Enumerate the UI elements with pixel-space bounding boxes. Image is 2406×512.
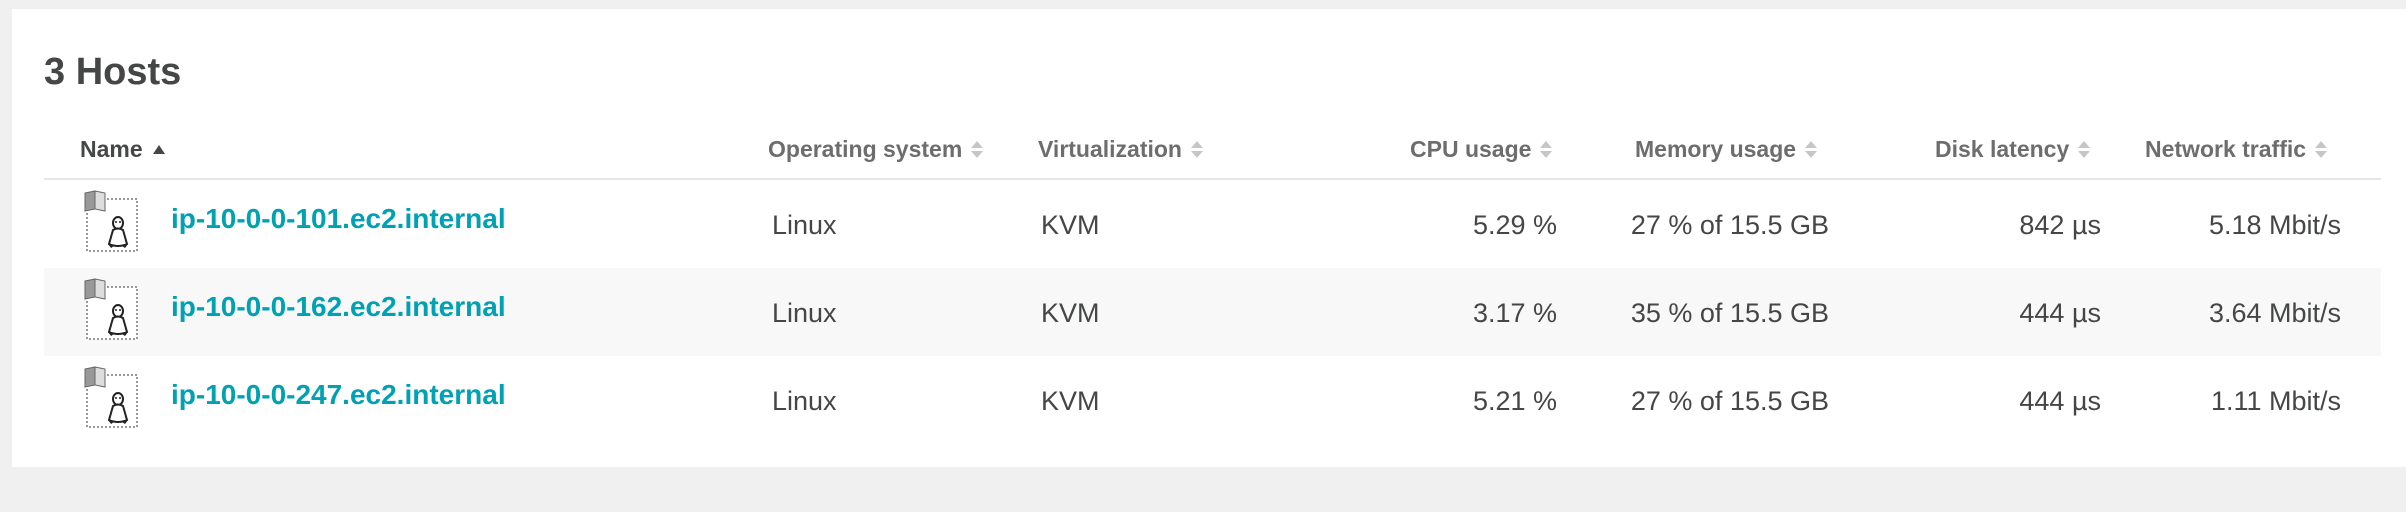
disk-latency-cell: 444 µs <box>2019 298 2101 328</box>
sort-icon <box>1191 140 1203 158</box>
memory-usage-cell: 35 % of 15.5 GB <box>1630 298 1829 328</box>
column-header-name-label: Name <box>80 136 143 162</box>
host-name-link[interactable]: ip-10-0-0-162.ec2.internal <box>171 290 506 324</box>
network-traffic-cell: 5.18 Mbit/s <box>2208 210 2341 240</box>
column-header-cpu-label: CPU usage <box>1410 136 1532 162</box>
sort-icon <box>1805 140 1818 158</box>
virtualization-cell: KVM <box>1041 386 1100 416</box>
network-traffic-cell: 1.11 Mbit/s <box>2210 386 2341 416</box>
network-traffic-cell: 3.64 Mbit/s <box>2208 298 2341 328</box>
hosts-panel: 3 Hosts Name Operating system Virtualiza… <box>12 9 2406 467</box>
column-header-disk-label: Disk latency <box>1935 136 2070 162</box>
table-header: Name Operating system Virtualization CPU… <box>44 122 2381 180</box>
sort-icon <box>2078 140 2091 158</box>
memory-usage-cell: 27 % of 15.5 GB <box>1630 386 1829 416</box>
host-name-link[interactable]: ip-10-0-0-247.ec2.internal <box>171 378 506 412</box>
column-header-virtualization[interactable]: Virtualization <box>1038 134 1203 164</box>
hosts-table: Name Operating system Virtualization CPU… <box>44 122 2381 444</box>
cpu-usage-cell: 5.21 % <box>1472 386 1557 416</box>
linux-host-icon <box>84 278 138 340</box>
table-row[interactable]: ip-10-0-0-247.ec2.internal Linux KVM 5.2… <box>44 356 2381 444</box>
linux-host-icon <box>84 366 138 428</box>
table-row[interactable]: ip-10-0-0-162.ec2.internal Linux KVM 3.1… <box>44 268 2381 356</box>
column-header-cpu[interactable]: CPU usage <box>1410 134 1553 164</box>
sort-ascending-icon <box>152 144 165 154</box>
os-cell: Linux <box>772 210 837 240</box>
os-cell: Linux <box>772 386 837 416</box>
table-row[interactable]: ip-10-0-0-101.ec2.internal Linux KVM 5.2… <box>44 180 2381 268</box>
disk-latency-cell: 444 µs <box>2019 386 2101 416</box>
column-header-network[interactable]: Network traffic <box>2145 134 2328 164</box>
virtualization-cell: KVM <box>1041 298 1100 328</box>
column-header-disk[interactable]: Disk latency <box>1935 134 2091 164</box>
cpu-usage-cell: 5.29 % <box>1472 210 1557 240</box>
sort-icon <box>1540 140 1553 158</box>
column-header-memory-label: Memory usage <box>1635 136 1797 162</box>
column-header-os-label: Operating system <box>768 136 963 162</box>
column-header-virtualization-label: Virtualization <box>1038 136 1182 162</box>
os-cell: Linux <box>772 298 837 328</box>
host-name-link[interactable]: ip-10-0-0-101.ec2.internal <box>171 202 506 236</box>
page-title: 3 Hosts <box>44 51 182 93</box>
column-header-network-label: Network traffic <box>2145 136 2307 162</box>
column-header-memory[interactable]: Memory usage <box>1635 134 1818 164</box>
memory-usage-cell: 27 % of 15.5 GB <box>1630 210 1829 240</box>
cpu-usage-cell: 3.17 % <box>1472 298 1557 328</box>
sort-icon <box>971 140 984 158</box>
disk-latency-cell: 842 µs <box>2019 210 2101 240</box>
column-header-name[interactable]: Name <box>80 134 165 164</box>
column-header-os[interactable]: Operating system <box>768 134 984 164</box>
linux-host-icon <box>84 190 138 252</box>
virtualization-cell: KVM <box>1041 210 1100 240</box>
sort-icon <box>2315 140 2328 158</box>
